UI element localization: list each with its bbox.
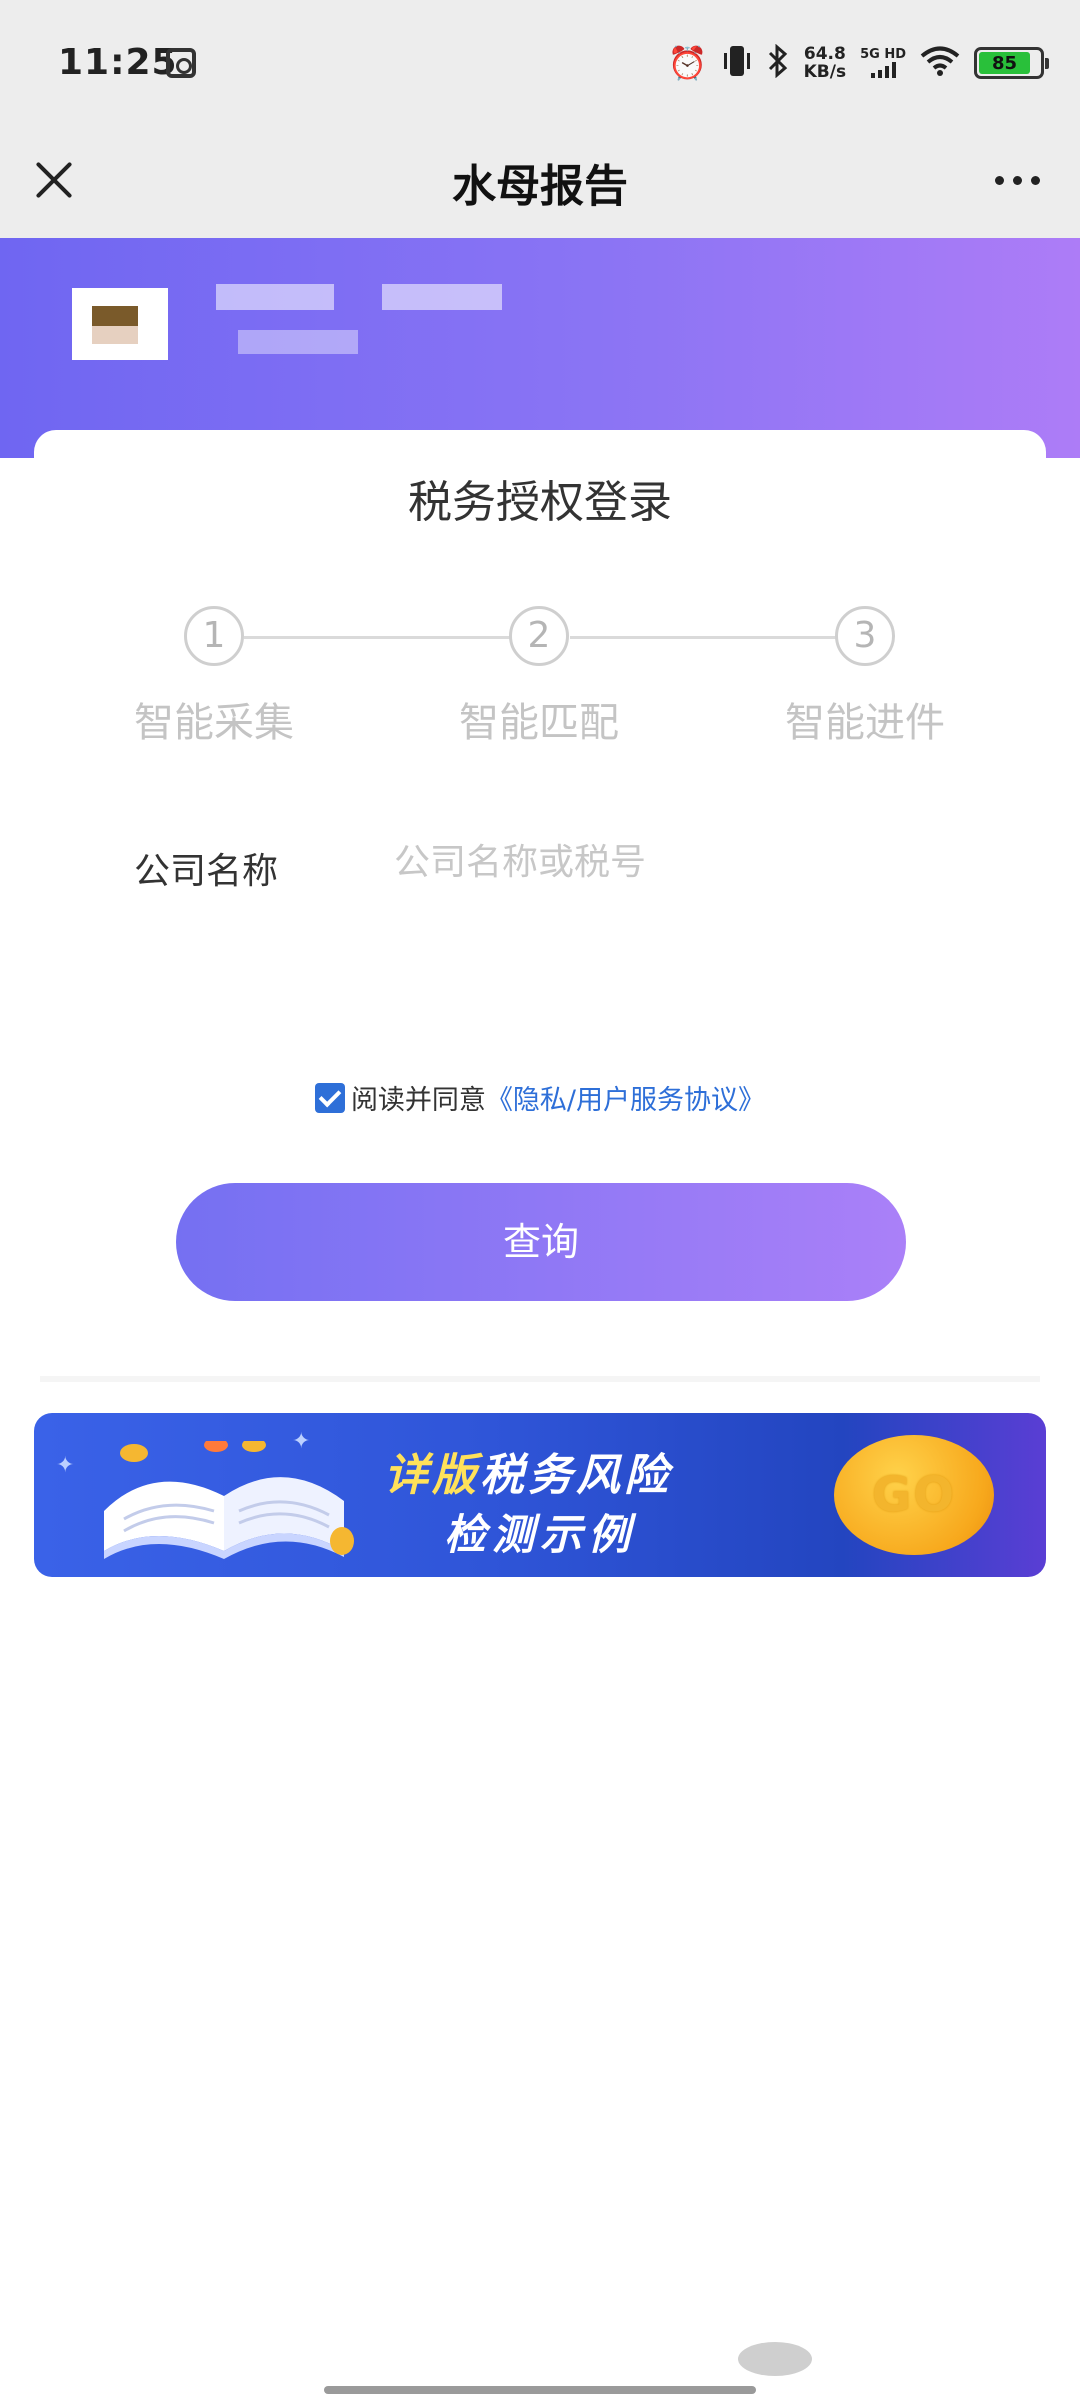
user-name-redacted (216, 284, 334, 310)
nav-bar: 水母报告 (0, 128, 1080, 238)
banner-title-highlight: 详版 (384, 1450, 480, 1501)
go-label: GO (871, 1467, 957, 1523)
more-options-icon[interactable] (995, 176, 1040, 185)
banner-subtitle: 检测示例 (444, 1510, 637, 1559)
query-button[interactable]: 查询 (176, 1183, 906, 1301)
bluetooth-icon (766, 43, 790, 83)
section-divider (40, 1376, 1040, 1382)
header-banner (0, 238, 1080, 458)
book-icon (104, 1441, 354, 1559)
step-label-1: 智能采集 (134, 700, 294, 746)
agreement-checkbox[interactable] (314, 1082, 345, 1113)
battery-icon: 85 (974, 47, 1049, 79)
step-number-3: 3 (835, 606, 895, 666)
tax-login-card: 税务授权登录 1 2 3 智能采集 智能匹配 智能进件 公司名称 阅读并同意 《… (34, 430, 1046, 1380)
banner-title: 详版税务风险 (384, 1439, 672, 1503)
app-notification-icon (166, 48, 196, 78)
signal-label: 5G HD (860, 47, 906, 62)
status-time: 11:25 (58, 42, 178, 83)
status-bar: 11:25 ⏰ 64.8 KB/s 5G HD 85 (0, 0, 1080, 128)
battery-level: 85 (979, 52, 1030, 74)
step-number-1: 1 (184, 606, 244, 666)
floating-gesture-bubble[interactable] (738, 2342, 812, 2376)
risk-report-banner[interactable]: ✦ ✦ 详版税务风险 检测示例 GO (34, 1413, 1046, 1577)
alarm-icon: ⏰ (667, 44, 708, 82)
banner-title-rest: 税务风险 (480, 1450, 672, 1501)
step-label-3: 智能进件 (785, 700, 945, 746)
company-name-label: 公司名称 (134, 851, 279, 892)
step-label-2: 智能匹配 (459, 700, 619, 746)
home-indicator[interactable] (324, 2386, 756, 2394)
network-speed: 64.8 KB/s (804, 45, 846, 81)
page-title: 水母报告 (452, 161, 628, 212)
step-connector (244, 636, 544, 639)
agreement-link[interactable]: 《隐私/用户服务协议》 (486, 1078, 765, 1117)
step-connector (570, 636, 870, 639)
agreement-row: 阅读并同意 《隐私/用户服务协议》 (34, 1078, 1046, 1117)
signal-icon: 5G HD (860, 48, 906, 78)
network-speed-unit: KB/s (803, 62, 847, 82)
go-button[interactable]: GO (834, 1435, 994, 1555)
step-number-2: 2 (509, 606, 569, 666)
agreement-text: 阅读并同意 (350, 1085, 486, 1116)
network-speed-value: 64.8 (803, 44, 846, 64)
user-tag-redacted (382, 284, 502, 310)
user-sub-redacted (238, 330, 358, 354)
card-title: 税务授权登录 (408, 477, 672, 528)
wifi-icon (920, 45, 960, 82)
avatar (72, 288, 168, 360)
sparkle-icon: ✦ (56, 1453, 75, 1478)
status-icons: ⏰ 64.8 KB/s 5G HD 85 (667, 38, 1049, 88)
progress-steps: 1 2 3 智能采集 智能匹配 智能进件 (34, 602, 1046, 746)
vibrate-icon (722, 44, 752, 83)
company-name-input[interactable] (394, 832, 954, 892)
